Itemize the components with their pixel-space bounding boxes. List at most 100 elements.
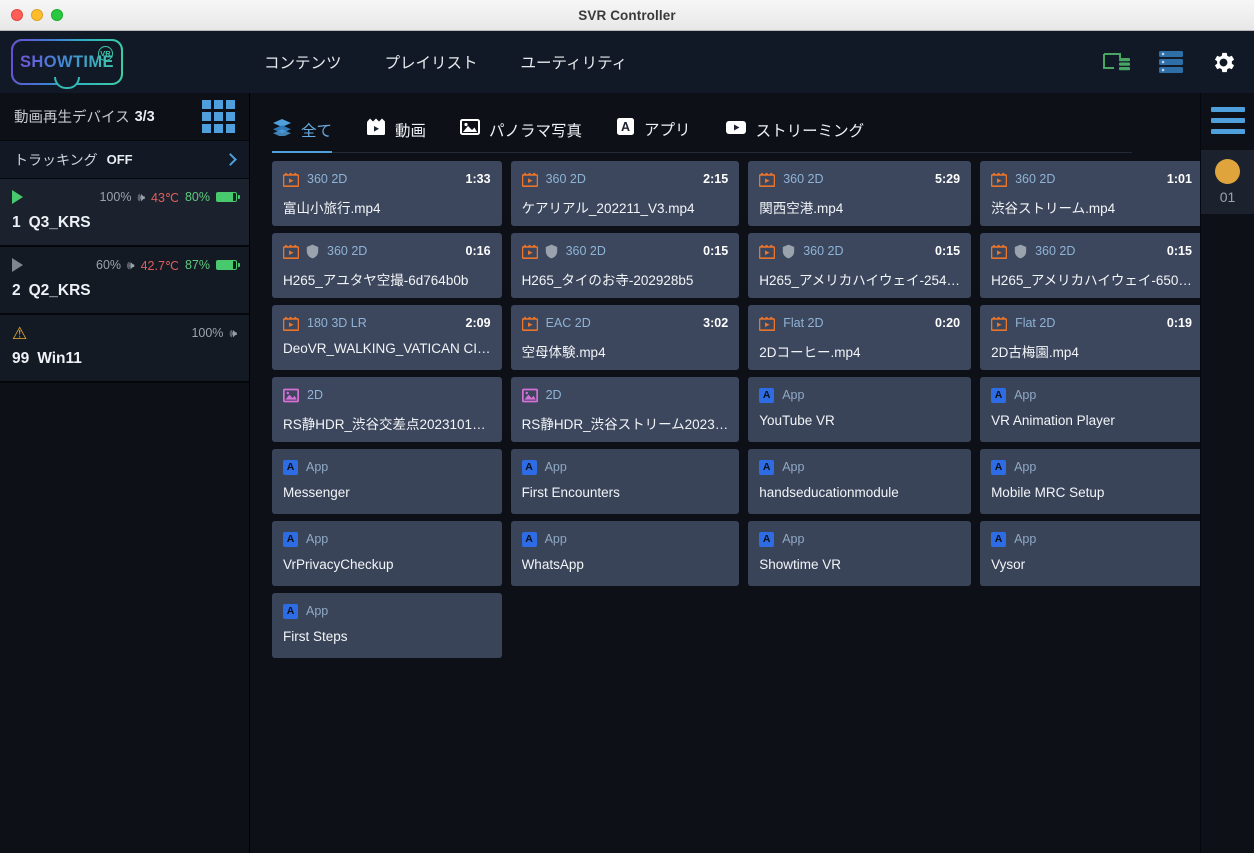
card-header: EAC 2D 3:02 — [521, 314, 728, 332]
cast-connection-icon[interactable] — [1102, 51, 1132, 73]
content-card[interactable]: 2D RS静HDR_渋谷ストリーム2023… — [510, 377, 740, 442]
content-card[interactable]: EAC 2D 3:02 空母体験.mp4 — [510, 305, 740, 370]
card-header: A App — [283, 530, 491, 548]
gear-icon[interactable] — [1210, 49, 1237, 76]
card-duration: 0:20 — [935, 316, 961, 330]
card-type-label: 180 3D LR — [307, 316, 367, 330]
grid-view-icon[interactable] — [202, 100, 235, 133]
content-card[interactable]: A App WhatsApp — [510, 521, 740, 586]
speaker-icon: 🕪 — [229, 325, 237, 340]
content-card[interactable]: A App handseducationmodule — [748, 449, 972, 514]
card-icon-group: A — [521, 531, 537, 547]
tracking-toggle-row[interactable]: トラッキング OFF — [0, 141, 249, 179]
content-card[interactable]: A App Vysor — [980, 521, 1200, 586]
svg-text:A: A — [621, 120, 630, 134]
play-icon — [12, 258, 23, 272]
content-grid-scroll[interactable]: 360 2D 1:33 富山小旅行.mp4 360 2D 2:15 ケアリアル_20221… — [250, 153, 1200, 853]
content-card[interactable]: A App Showtime VR — [748, 521, 972, 586]
card-type-label: 360 2D — [327, 244, 368, 258]
content-card[interactable]: A App Mobile MRC Setup — [980, 449, 1200, 514]
card-title: RS静HDR_渋谷交差点2023101… — [283, 417, 486, 432]
card-icon-group — [521, 316, 538, 331]
stream-icon — [725, 119, 747, 141]
content-card[interactable]: 360 2D 0:15 H265_タイのお寺-202928b5 — [510, 233, 740, 298]
device-item-1[interactable]: 100% 🕪 43℃ 80% 1 Q3_KRS — [0, 179, 249, 247]
battery-icon — [216, 260, 240, 270]
card-duration: 0:15 — [703, 244, 729, 258]
content-tab-bar: 全て 動画 パノラマ写真 A アプリ ストリーミング — [250, 93, 1200, 153]
device-stats: 100% 🕪 43℃ 80% — [99, 190, 240, 205]
tab-app[interactable]: A アプリ — [616, 117, 691, 153]
device-temperature: 42.7℃ — [140, 258, 179, 273]
content-card[interactable]: A App YouTube VR — [748, 377, 972, 442]
content-card[interactable]: A App First Encounters — [510, 449, 740, 514]
film-icon — [282, 172, 300, 187]
content-card[interactable]: 180 3D LR 2:09 DeoVR_WALKING_VATICAN CI… — [272, 305, 502, 370]
device-item-99[interactable]: ⚠ 100% 🕪 99 Win11 — [0, 315, 249, 383]
card-type-label: 360 2D — [545, 172, 586, 186]
device-battery: 80% — [184, 190, 210, 204]
hamburger-menu-icon[interactable] — [1210, 93, 1245, 134]
tab-video[interactable]: 動画 — [366, 118, 426, 153]
card-header: A App — [283, 458, 491, 476]
content-card[interactable]: 2D RS静HDR_渋谷交差点2023101… — [272, 377, 502, 442]
warning-icon: ⚠ — [12, 323, 28, 343]
app-body: 動画再生デバイス 3/3 トラッキング OFF 100% 🕪 43℃ 80% 1… — [0, 93, 1254, 853]
photo-icon — [282, 388, 300, 403]
card-type-label: 2D — [545, 388, 562, 402]
card-type-label: EAC 2D — [545, 316, 591, 330]
content-card[interactable]: A App Messenger — [272, 449, 502, 514]
card-type-label: 360 2D — [307, 172, 348, 186]
content-card[interactable]: 360 2D 0:15 H265_アメリカハイウェイ-254… — [748, 233, 972, 298]
content-card[interactable]: A App VR Animation Player — [980, 377, 1200, 442]
app-icon: A — [283, 603, 298, 619]
card-header: 360 2D 2:15 — [521, 170, 728, 188]
content-card[interactable]: A App VrPrivacyCheckup — [272, 521, 502, 586]
tab-streaming[interactable]: ストリーミング — [725, 119, 864, 153]
server-storage-icon[interactable] — [1158, 50, 1184, 74]
menu-contents[interactable]: コンテンツ — [264, 51, 342, 73]
tracking-state: OFF — [106, 152, 133, 167]
playlist-slot-01[interactable]: 01 — [1200, 150, 1254, 214]
card-title: First Steps — [283, 629, 348, 644]
content-card[interactable]: Flat 2D 0:19 2D古梅園.mp4 — [980, 305, 1200, 370]
card-title: RS静HDR_渋谷ストリーム2023… — [521, 417, 729, 432]
film-icon — [521, 172, 538, 187]
card-type-label: App — [1014, 388, 1037, 402]
content-card[interactable]: 360 2D 2:15 ケアリアル_202211_V3.mp4 — [510, 161, 740, 226]
tab-label: 全て — [301, 122, 333, 140]
card-duration: 0:15 — [1166, 244, 1192, 258]
film-icon — [990, 244, 1008, 259]
device-item-2[interactable]: 60% 🕪 42.7℃ 87% 2 Q2_KRS — [0, 247, 249, 315]
card-icon-group: A — [991, 459, 1007, 475]
card-icon-group — [282, 316, 300, 331]
card-type-label: Flat 2D — [1015, 316, 1056, 330]
content-card[interactable]: 360 2D 0:15 H265_アメリカハイウェイ-650… — [980, 233, 1200, 298]
tab-panorama[interactable]: パノラマ写真 — [460, 118, 582, 153]
content-card[interactable]: 360 2D 1:33 富山小旅行.mp4 — [272, 161, 502, 226]
battery-icon — [216, 192, 240, 202]
card-type-label: App — [1014, 460, 1037, 474]
content-card[interactable]: 360 2D 5:29 関西空港.mp4 — [748, 161, 972, 226]
menu-utility[interactable]: ユーティリティ — [521, 51, 628, 73]
menu-playlist[interactable]: プレイリスト — [385, 51, 478, 73]
tab-all[interactable]: 全て — [272, 118, 333, 153]
content-card[interactable]: Flat 2D 0:20 2Dコーヒー.mp4 — [748, 305, 972, 370]
card-icon-group — [758, 244, 795, 259]
card-duration: 0:15 — [935, 244, 961, 258]
layers-icon — [272, 118, 292, 141]
card-title: 2Dコーヒー.mp4 — [759, 345, 861, 360]
content-area: 全て 動画 パノラマ写真 A アプリ ストリーミング 360 2D 1:33 富… — [250, 93, 1200, 853]
card-type-label: 360 2D — [803, 244, 844, 258]
card-header: 360 2D 5:29 — [758, 170, 960, 188]
card-header: 2D — [282, 386, 491, 404]
card-type-label: App — [544, 532, 567, 546]
content-card[interactable]: 360 2D 0:16 H265_アユタヤ空撮-6d764b0b — [272, 233, 502, 298]
chevron-right-icon[interactable] — [224, 153, 237, 166]
content-card[interactable]: A App First Steps — [272, 593, 502, 658]
device-battery: 87% — [184, 258, 210, 272]
card-type-label: App — [782, 388, 805, 402]
app-root: SHOWTIME VR コンテンツ プレイリスト ユーティリティ 動画再生デバイ… — [0, 31, 1254, 853]
card-icon-group: A — [991, 531, 1007, 547]
content-card[interactable]: 360 2D 1:01 渋谷ストリーム.mp4 — [980, 161, 1200, 226]
